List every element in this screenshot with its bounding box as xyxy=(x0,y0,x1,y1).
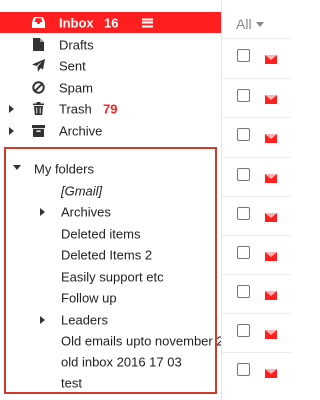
inbox-icon xyxy=(31,16,45,30)
sidebar-item-label: Trash xyxy=(59,101,92,116)
my-folders-title: My folders xyxy=(34,161,94,177)
select-checkbox[interactable] xyxy=(237,363,250,376)
folder-label: Leaders xyxy=(61,312,108,328)
folder-label: [Gmail] xyxy=(61,183,103,199)
archive-box-icon xyxy=(31,124,45,138)
envelope-icon xyxy=(265,213,277,222)
sidebar-item-inbox[interactable]: Inbox 16 xyxy=(0,12,221,33)
chevron-down-icon[interactable] xyxy=(13,165,21,170)
sidebar-item-sent[interactable]: Sent xyxy=(0,55,221,76)
sidebar-item-archive[interactable]: Archive xyxy=(0,120,221,141)
folder-item[interactable]: Deleted items xyxy=(6,224,215,244)
select-checkbox[interactable] xyxy=(237,89,250,102)
select-checkbox[interactable] xyxy=(237,246,250,259)
sidebar-item-label: Spam xyxy=(59,80,93,95)
folder-label: Follow up xyxy=(61,290,117,306)
select-checkbox[interactable] xyxy=(237,285,250,298)
my-folders-header[interactable]: My folders xyxy=(6,159,215,179)
filter-label: All xyxy=(236,16,252,32)
unread-count: 16 xyxy=(104,15,119,30)
folder-item[interactable]: test xyxy=(6,373,215,393)
folder-label: test xyxy=(61,375,82,391)
folder-item[interactable]: Follow up xyxy=(6,288,215,308)
envelope-icon xyxy=(265,55,277,64)
filter-dropdown[interactable]: All xyxy=(236,16,264,32)
select-checkbox[interactable] xyxy=(237,168,250,181)
sidebar-item-label: Drafts xyxy=(59,37,94,52)
sidebar-item-label: Inbox xyxy=(59,15,94,30)
chevron-right-icon[interactable] xyxy=(40,316,45,324)
folder-item[interactable]: Old emails upto november 21 xyxy=(6,331,231,351)
my-folders-panel: My folders [Gmail] Archives Deleted item… xyxy=(4,147,231,394)
message-row[interactable] xyxy=(222,274,291,314)
document-icon xyxy=(31,38,45,52)
folder-label: old inbox 2016 17 03 xyxy=(61,354,182,370)
sidebar-item-trash[interactable]: Trash 79 xyxy=(0,98,221,119)
envelope-icon xyxy=(265,291,277,300)
envelope-icon xyxy=(265,330,277,339)
sidebar: Inbox 16 Drafts Sent Spam Trash 79 Archi… xyxy=(0,0,231,400)
block-icon xyxy=(31,81,45,95)
folder-label: Archives xyxy=(61,204,111,220)
chevron-right-icon[interactable] xyxy=(9,126,14,135)
folder-item[interactable]: Deleted Items 2 xyxy=(6,245,215,265)
sidebar-item-label: Archive xyxy=(59,123,103,138)
folder-label: Easily support etc xyxy=(61,269,164,285)
trash-count: 79 xyxy=(103,101,118,116)
message-row[interactable] xyxy=(222,157,291,197)
chevron-right-icon[interactable] xyxy=(40,208,45,216)
select-checkbox[interactable] xyxy=(237,324,250,337)
message-row[interactable] xyxy=(222,352,291,392)
message-row[interactable] xyxy=(222,38,291,78)
folder-item[interactable]: Leaders xyxy=(6,310,215,330)
folder-item[interactable]: old inbox 2016 17 03 xyxy=(6,352,215,372)
folder-item[interactable]: Easily support etc xyxy=(6,267,215,287)
menu-icon[interactable] xyxy=(142,18,153,27)
select-checkbox[interactable] xyxy=(237,49,250,62)
envelope-icon xyxy=(265,174,277,183)
select-checkbox[interactable] xyxy=(237,128,250,141)
envelope-icon xyxy=(265,252,277,261)
sidebar-item-drafts[interactable]: Drafts xyxy=(0,34,221,55)
sidebar-item-label: Sent xyxy=(59,58,86,73)
trash-icon xyxy=(31,102,45,116)
envelope-icon xyxy=(265,369,277,378)
message-row[interactable] xyxy=(222,78,291,118)
folder-label: Old emails upto november 21 xyxy=(61,333,231,349)
folder-item[interactable]: [Gmail] xyxy=(6,181,215,201)
select-checkbox[interactable] xyxy=(237,207,250,220)
message-row[interactable] xyxy=(222,117,291,157)
folder-label: Deleted items xyxy=(61,226,141,242)
sidebar-item-spam[interactable]: Spam xyxy=(0,77,221,98)
chevron-right-icon[interactable] xyxy=(9,104,14,113)
message-row[interactable] xyxy=(222,235,291,275)
folder-item[interactable]: Archives xyxy=(6,202,215,222)
message-row[interactable] xyxy=(222,313,291,353)
message-row[interactable] xyxy=(222,196,291,236)
caret-down-icon xyxy=(255,21,264,27)
message-list: All xyxy=(221,0,291,400)
envelope-icon xyxy=(265,95,277,104)
folder-label: Deleted Items 2 xyxy=(61,247,153,263)
envelope-icon xyxy=(265,134,277,143)
paper-plane-icon xyxy=(31,59,45,73)
